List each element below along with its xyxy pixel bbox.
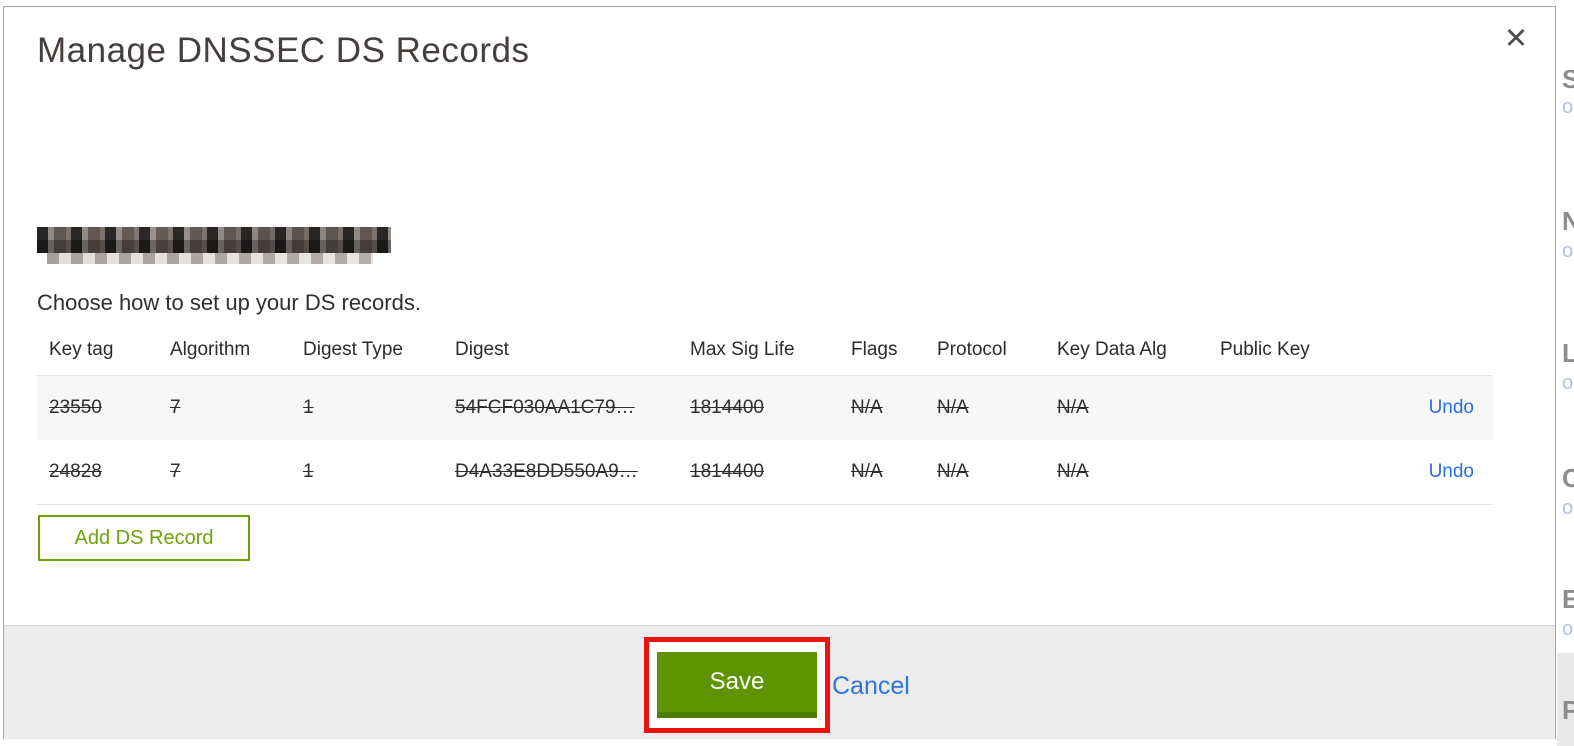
header-key-data-alg: Key Data Alg [1057, 339, 1167, 360]
cell-key-data-alg: N/A [1057, 461, 1089, 482]
header-digest-type: Digest Type [303, 339, 403, 360]
table-row: 24828 7 1 D4A33E8DD550A9… 1814400 N/A N/… [37, 440, 1493, 505]
header-protocol: Protocol [937, 339, 1007, 360]
undo-link[interactable]: Undo [1429, 461, 1474, 482]
background-text-fragment: C [1562, 463, 1574, 493]
cell-digest-type: 1 [303, 461, 314, 482]
background-page-sliver: SoNoLoCoEoP [1557, 0, 1574, 746]
cell-flags: N/A [851, 461, 883, 482]
cell-digest: D4A33E8DD550A9… [455, 461, 638, 482]
add-ds-record-button[interactable]: Add DS Record [38, 515, 250, 561]
background-text-fragment: o [1562, 497, 1574, 519]
header-flags: Flags [851, 339, 898, 360]
cell-key-tag: 24828 [49, 461, 102, 482]
background-text-fragment: S [1562, 64, 1574, 94]
cell-digest: 54FCF030AA1C79… [455, 397, 635, 418]
background-text-fragment: E [1562, 584, 1574, 614]
cell-public-key [1208, 440, 1358, 505]
background-text-fragment: o [1562, 618, 1574, 640]
background-text-fragment: L [1562, 338, 1574, 368]
background-text-fragment: N [1562, 206, 1574, 236]
cell-flags: N/A [851, 397, 883, 418]
redacted-domain-name [37, 227, 391, 264]
page-title: Manage DNSSEC DS Records [37, 31, 530, 70]
cell-algorithm: 7 [170, 397, 181, 418]
cell-public-key [1208, 376, 1358, 441]
header-algorithm: Algorithm [170, 339, 251, 360]
cell-key-tag: 23550 [49, 397, 102, 418]
redaction-pixels [37, 227, 391, 253]
background-text-fragment: o [1562, 96, 1574, 118]
cell-protocol: N/A [937, 397, 969, 418]
header-digest: Digest [455, 339, 509, 360]
screen: SoNoLoCoEoP Manage DNSSEC DS Records ✕ C… [0, 0, 1574, 746]
save-button[interactable]: Save [657, 652, 817, 718]
cell-actions: Undo [1358, 440, 1493, 505]
cancel-link[interactable]: Cancel [832, 672, 910, 701]
header-actions [1358, 327, 1493, 376]
table-header-row: Key tag Algorithm Digest Type Digest Max… [37, 327, 1493, 376]
header-public-key: Public Key [1220, 339, 1310, 360]
background-text-fragment: o [1562, 240, 1574, 262]
cell-digest-type: 1 [303, 397, 314, 418]
header-max-sig-life: Max Sig Life [690, 339, 795, 360]
cell-algorithm: 7 [170, 461, 181, 482]
undo-link[interactable]: Undo [1429, 397, 1474, 418]
cell-protocol: N/A [937, 461, 969, 482]
background-text-fragment: P [1562, 695, 1574, 725]
ds-records-table: Key tag Algorithm Digest Type Digest Max… [37, 327, 1493, 505]
dnssec-modal: Manage DNSSEC DS Records ✕ Choose how to… [3, 6, 1556, 739]
close-icon[interactable]: ✕ [1498, 21, 1534, 57]
cell-max-sig-life: 1814400 [690, 397, 764, 418]
header-key-tag: Key tag [49, 339, 114, 360]
redaction-pixels-shadow [47, 253, 373, 264]
instruction-text: Choose how to set up your DS records. [37, 290, 421, 315]
background-text-fragment: o [1562, 372, 1574, 394]
annotation-highlight-save: Save [644, 637, 830, 733]
cell-actions: Undo [1358, 376, 1493, 441]
cell-key-data-alg: N/A [1057, 397, 1089, 418]
cell-max-sig-life: 1814400 [690, 461, 764, 482]
table-row: 23550 7 1 54FCF030AA1C79… 1814400 N/A N/… [37, 375, 1493, 441]
